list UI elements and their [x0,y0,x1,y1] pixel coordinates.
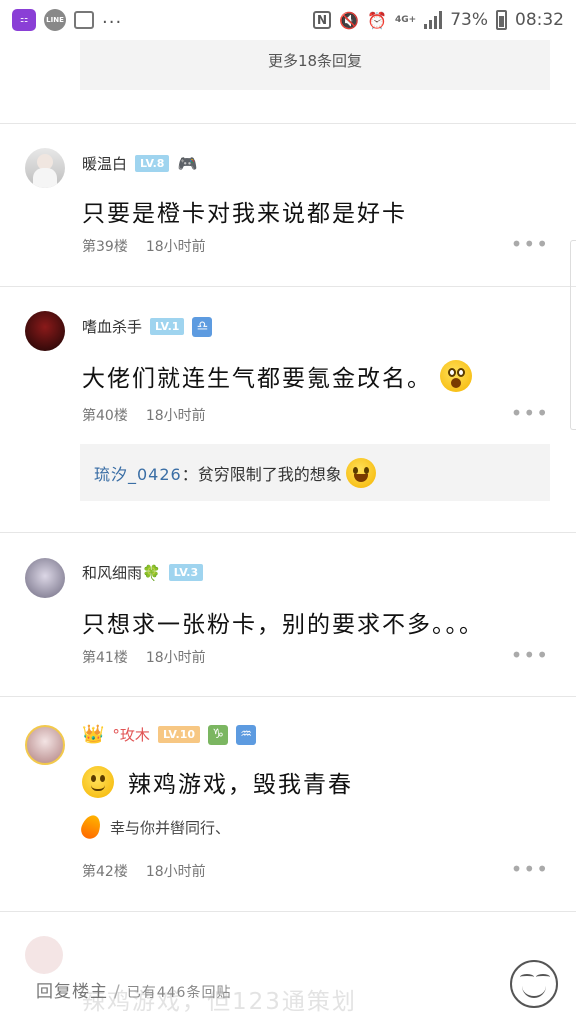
brow-right [536,974,550,980]
post-content: 只要是橙卡对我来说都是好卡 [82,201,407,227]
gallery-icon [74,11,94,29]
clover-icon: 🍀 [142,564,161,582]
level-badge: LV.3 [168,564,204,581]
network-type: 4G+ [395,14,417,25]
status-bar: ⚏ LINE ... N 🔇 ⏰ 4G+ 73% 08:32 [0,0,576,40]
post-39: 暖温白 LV.8 🎮 只要是橙卡对我来说都是好卡 第39楼 18小时前 ••• [0,124,576,286]
reply-username[interactable]: 琉汐_0426 [94,461,182,485]
post-41: 和风细雨🍀 LV.3 只想求一张粉卡，别的要求不多。。。 第41楼 18小时前 … [0,533,576,696]
sub-reply[interactable]: 琉汐_0426 ： 贫穷限制了我的想象 [80,444,550,501]
avatar[interactable] [25,148,65,188]
battery-icon [496,10,507,30]
level-badge: LV.8 [135,155,170,172]
avatar[interactable] [25,311,65,351]
signature-flame-icon [78,812,104,842]
smile-emoji-icon [82,766,114,798]
post-content: 大佬们就连生气都要氪金改名。 [82,366,432,392]
aquarius-icon: ♒ [236,724,257,745]
username[interactable]: 嗜血杀手 [82,316,142,337]
battery-percent: 73% [450,10,488,30]
capricorn-icon: ♑ [208,724,229,745]
post-time: 18小时前 [145,864,206,880]
separator: / [114,981,121,1002]
post-42: 👑 °玫木 LV.10 ♑ ♒ 辣鸡游戏，毁我青春 幸与你并辔同行、 第42楼 … [0,697,576,911]
more-replies-label: 更多18条回复 [267,51,363,70]
clock: 08:32 [515,10,564,30]
post-time: 18小时前 [145,650,206,666]
username[interactable]: 和风细雨🍀 [82,562,161,583]
more-options-icon[interactable]: ••• [511,643,549,667]
mouth [522,986,546,998]
reply-colon: ： [181,464,198,484]
floor-number: 第42楼 [82,864,128,880]
more-options-icon[interactable]: ••• [511,232,549,256]
line-app-icon: LINE [44,9,66,31]
reply-bar: 回复楼主 / 已有446条回贴 [0,954,576,1024]
avatar[interactable] [25,725,65,765]
brow-left [520,974,534,980]
floor-number: 第39楼 [82,239,128,255]
mute-icon: 🔇 [339,10,359,30]
scream-emoji-icon [440,360,472,392]
signature-text: 幸与你并辔同行、 [110,818,231,837]
emoji-face-button[interactable] [510,960,558,1008]
laugh-cry-emoji-icon [345,457,376,488]
scrollbar[interactable] [570,240,576,430]
divider [0,911,576,912]
post-content: 辣鸡游戏，毁我青春 [128,772,353,798]
libra-icon: ♎ [192,316,213,337]
post-content: 只想求一张粉卡，别的要求不多。。。 [82,612,484,638]
level-badge: LV.1 [150,318,185,335]
post-time: 18小时前 [145,239,206,255]
more-options-icon[interactable]: ••• [511,857,549,881]
username[interactable]: °玫木 [112,724,150,745]
reply-text: 贫穷限制了我的想象 [197,464,342,484]
reply-label: 回复楼主 [36,981,108,1002]
floor-number: 第41楼 [82,650,128,666]
reply-input[interactable]: 回复楼主 / 已有446条回贴 [36,977,231,1002]
floor-number: 第40楼 [82,408,128,424]
post-time: 18小时前 [145,408,206,424]
alarm-icon: ⏰ [367,10,387,30]
gamepad-icon: 🎮 [177,154,198,173]
crown-icon: 👑 [82,724,105,745]
reply-count: 已有446条回贴 [126,984,232,1001]
post-40: 嗜血杀手 LV.1 ♎ 大佬们就连生气都要氪金改名。 第40楼 18小时前 ••… [0,287,576,532]
avatar[interactable] [25,558,65,598]
more-notifications-icon: ... [102,6,123,28]
level-badge: LV.10 [157,726,201,743]
more-options-icon[interactable]: ••• [511,401,549,425]
nfc-icon: N [313,11,331,29]
username[interactable]: 暖温白 [82,153,127,174]
messenger-app-icon: ⚏ [12,9,36,31]
signal-icon [424,11,443,29]
